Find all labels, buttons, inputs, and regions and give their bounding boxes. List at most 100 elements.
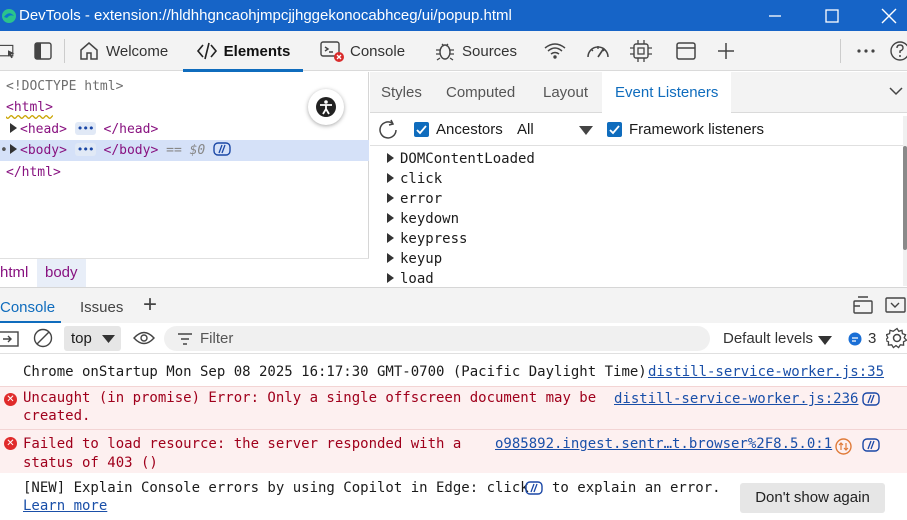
expand-triangle-icon[interactable]	[10, 123, 17, 133]
dropdown-arrow-icon[interactable]	[579, 126, 593, 136]
refresh-icon[interactable]	[376, 118, 400, 142]
tab-network[interactable]	[543, 31, 573, 71]
bug-icon	[436, 43, 454, 61]
dock-icon[interactable]	[852, 295, 874, 315]
sidebar-toggle-icon[interactable]	[0, 330, 20, 348]
network-request-icon[interactable]	[835, 438, 852, 455]
dom-tree-panel: <!DOCTYPE html> <html> <head> ••• </head…	[0, 72, 369, 287]
collapsed-content-ellipsis[interactable]: •••	[74, 143, 96, 156]
console-filter-input[interactable]: Filter	[164, 326, 710, 351]
context-selector[interactable]: top	[64, 326, 121, 351]
drawer-tab-console[interactable]: Console	[0, 288, 62, 323]
drawer-tab-issues[interactable]: Issues	[80, 288, 123, 323]
scrollbar-thumb[interactable]	[903, 146, 907, 250]
error-icon: ✕	[4, 393, 17, 406]
event-name: DOMContentLoaded	[400, 151, 535, 167]
more-tools-button[interactable]	[716, 31, 742, 71]
breadcrumb-body[interactable]: body	[37, 259, 86, 287]
tab-sources-label: Sources	[462, 42, 518, 60]
issues-message-icon[interactable]	[848, 332, 862, 346]
message-source-link[interactable]: distill-service-worker.js:35	[648, 363, 884, 381]
tab-styles[interactable]: Styles	[381, 72, 422, 113]
event-name: load	[400, 271, 434, 286]
console-message-log: Chrome onStartup Mon Sep 08 2025 16:17:3…	[0, 362, 907, 386]
tab-sources[interactable]: Sources	[434, 31, 517, 71]
maximize-icon	[825, 8, 839, 23]
event-listener-item[interactable]: error	[370, 189, 900, 209]
event-listener-item[interactable]: DOMContentLoaded	[370, 149, 900, 169]
tab-elements[interactable]: Elements	[183, 31, 303, 72]
message-source-link[interactable]: distill-service-worker.js:236	[614, 390, 858, 408]
copilot-info-text-end: to explain an error.	[552, 480, 721, 496]
maximize-button[interactable]	[809, 0, 855, 31]
add-drawer-tab-button[interactable]: +	[143, 288, 157, 323]
framework-listeners-checkbox[interactable]	[607, 122, 622, 137]
dom-body-node[interactable]: • <body> ••• </body> == $0	[0, 140, 369, 161]
copilot-icon[interactable]	[213, 142, 231, 156]
expand-triangle-icon	[387, 233, 394, 243]
chevron-down-icon[interactable]	[888, 85, 904, 97]
event-listener-item[interactable]: load	[370, 269, 900, 286]
event-listener-item[interactable]: keypress	[370, 229, 900, 249]
filter-placeholder: Filter	[200, 330, 234, 347]
log-levels-select[interactable]: Default levels	[723, 330, 813, 347]
body-close-tag: </body>	[103, 143, 159, 158]
event-name: error	[400, 191, 443, 207]
message-source-link[interactable]: o985892.ingest.sentr…t.browser%2F8.5.0:1	[495, 435, 832, 453]
more-options-button[interactable]	[856, 31, 882, 71]
tab-memory[interactable]	[629, 31, 659, 71]
console-message-error: ✕ Uncaught (in promise) Error: Only a si…	[0, 386, 907, 429]
console-drawer: Console Issues + top Filter Default leve…	[0, 287, 907, 519]
dom-html-close[interactable]: </html>	[0, 162, 369, 183]
message-text: Chrome onStartup Mon Sep 08 2025 16:17:3…	[23, 364, 647, 380]
copilot-explain-icon[interactable]	[862, 392, 880, 406]
tab-application[interactable]	[675, 31, 703, 71]
minimize-button[interactable]	[752, 0, 798, 31]
breadcrumb-html[interactable]: html	[0, 259, 36, 287]
eye-icon[interactable]	[133, 330, 155, 346]
close-window-button[interactable]	[866, 0, 907, 31]
scrollbar-track[interactable]	[903, 116, 907, 286]
tab-event-listeners[interactable]: Event Listeners	[602, 72, 732, 113]
dropdown-arrow-icon[interactable]	[818, 336, 832, 346]
inspect-element-button[interactable]	[0, 31, 22, 71]
dont-show-again-button[interactable]: Don't show again	[740, 483, 885, 513]
tab-performance[interactable]	[585, 31, 617, 71]
copilot-explain-icon[interactable]	[862, 438, 880, 452]
expand-triangle-icon	[387, 273, 394, 283]
issues-count[interactable]: 3	[868, 330, 876, 347]
selected-node-ref: == $0	[166, 143, 206, 158]
event-name: click	[400, 171, 443, 187]
toggle-device-button[interactable]	[33, 31, 59, 71]
message-text-continued: status of 403 ()	[23, 455, 158, 471]
code-icon	[196, 42, 217, 60]
html-open-tag: <html>	[6, 100, 53, 115]
close-drawer-icon[interactable]	[884, 295, 907, 315]
ellipsis-icon	[857, 49, 875, 53]
clear-console-icon[interactable]	[33, 328, 53, 348]
gear-icon[interactable]	[886, 327, 907, 349]
dom-head-node[interactable]: <head> ••• </head>	[0, 119, 369, 140]
expand-triangle-icon	[387, 253, 394, 263]
event-listener-item[interactable]: keydown	[370, 209, 900, 229]
checkmark-icon	[609, 125, 620, 135]
message-text: Uncaught (in promise) Error: Only a sing…	[23, 390, 597, 406]
accessibility-tree-button[interactable]	[308, 89, 344, 125]
tab-layout[interactable]: Layout	[543, 72, 588, 113]
collapsed-content-ellipsis[interactable]: •••	[74, 122, 96, 135]
checkmark-icon	[416, 125, 427, 135]
tab-console[interactable]: Console	[320, 31, 405, 71]
gauge-icon	[587, 46, 609, 58]
sidebar-pane: Styles Computed Layout Event Listeners A…	[370, 72, 907, 286]
tab-welcome[interactable]: Welcome	[78, 31, 168, 71]
ancestors-checkbox[interactable]	[414, 122, 429, 137]
event-listener-item[interactable]: click	[370, 169, 900, 189]
tab-welcome-label: Welcome	[106, 42, 169, 60]
learn-more-link[interactable]: Learn more	[23, 497, 107, 515]
help-button[interactable]	[889, 31, 907, 71]
listener-filter-select[interactable]: All	[517, 121, 534, 138]
event-listener-item[interactable]: keyup	[370, 249, 900, 269]
console-message-error: ✕ Failed to load resource: the server re…	[0, 429, 907, 473]
tab-computed[interactable]: Computed	[446, 72, 515, 113]
expand-triangle-icon[interactable]	[10, 144, 17, 154]
